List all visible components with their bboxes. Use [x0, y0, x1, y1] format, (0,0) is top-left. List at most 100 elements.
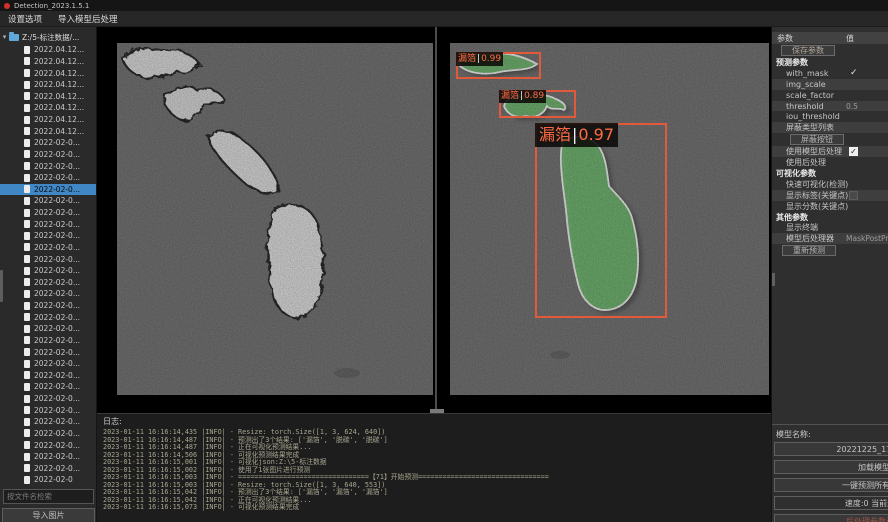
detection-label: 漏箔|0.97	[535, 123, 618, 147]
re-predict-button[interactable]: 重新预测	[782, 245, 836, 256]
param-mask-type-list[interactable]: 屏蔽类型列表	[772, 122, 888, 133]
file-icon	[24, 69, 30, 77]
param-show-labels[interactable]: 显示标签(关键点)	[772, 190, 888, 201]
menu-import-postprocess[interactable]: 导入模型后处理	[58, 13, 118, 25]
param-model-postprocessor[interactable]: 模型后处理器MaskPostPro	[772, 233, 888, 244]
file-list-item[interactable]: 2022-02-0...	[0, 370, 97, 382]
file-label: 2022-02-0...	[34, 359, 80, 368]
load-model-button[interactable]: 加载模型	[774, 460, 888, 474]
file-list-item[interactable]: 2022-02-0...	[0, 428, 97, 440]
param-threshold-value[interactable]: 0.5	[846, 102, 858, 111]
file-list-item[interactable]: 2022.04.12...	[0, 67, 97, 79]
file-list-item[interactable]: 2022.04.12...	[0, 114, 97, 126]
file-list-item[interactable]: 2022-02-0...	[0, 358, 97, 370]
panel-divider[interactable]	[435, 27, 437, 412]
file-list-item[interactable]: 2022-02-0...	[0, 393, 97, 405]
param-iou-threshold[interactable]: iou_threshold	[772, 111, 888, 122]
file-list-item[interactable]: 2022-02-0...	[0, 195, 97, 207]
param-show-terminal[interactable]: 显示终端	[772, 222, 888, 233]
param-fast-visualization[interactable]: 快速可视化(检测)	[772, 179, 888, 190]
log-panel[interactable]: 日志: 2023-01-11 16:16:14,435 |INFO| - Res…	[97, 413, 771, 522]
checkbox-checked-icon[interactable]: ✓	[849, 147, 858, 156]
param-use-postprocess[interactable]: 使用后处理	[772, 157, 888, 168]
param-column-header: 参数	[772, 33, 846, 44]
file-list-item[interactable]: 2022-02-0...	[0, 451, 97, 463]
file-list-item[interactable]: 2022-02-0...	[0, 323, 97, 335]
file-label: 2022-02-0...	[34, 150, 80, 159]
file-list-item[interactable]: 2022-02-0...	[0, 253, 97, 265]
file-list-item[interactable]: 2022-02-0...	[0, 149, 97, 161]
file-list-item[interactable]: 2022-02-0...	[0, 381, 97, 393]
file-icon	[24, 267, 30, 275]
file-label: 2022-02-0...	[34, 266, 80, 275]
checkbox-unchecked-icon[interactable]	[849, 191, 858, 200]
file-list-item[interactable]: 2022-02-0...	[0, 404, 97, 416]
import-images-button[interactable]: 导入图片	[2, 508, 95, 522]
progress-status-bar: 速度:0 当前进度	[774, 496, 888, 510]
postprocessor-value[interactable]: MaskPostPro	[846, 234, 888, 243]
postprocess-settings-button[interactable]: 后处理参数设置	[774, 514, 888, 522]
file-list-item[interactable]: 2022.04.12...	[0, 102, 97, 114]
file-list-item[interactable]: 2022-02-0...	[0, 207, 97, 219]
file-list-item[interactable]: 2022-02-0...	[0, 288, 97, 300]
file-list-item[interactable]: 2022.04.12...	[0, 91, 97, 103]
file-icon	[24, 453, 30, 461]
mask-button[interactable]: 屏蔽按钮	[790, 134, 844, 145]
checkmark-icon[interactable]: ✓	[850, 68, 858, 78]
tree-root-folder[interactable]: ▾ Z:/5-标注数据/...	[0, 31, 97, 43]
param-use-model-postprocess[interactable]: 使用模型后处理✓	[772, 146, 888, 157]
file-list-item[interactable]: 2022-02-0...	[0, 242, 97, 254]
param-img-scale[interactable]: img_scale	[772, 79, 888, 90]
tree-root-label: Z:/5-标注数据/...	[22, 32, 79, 43]
file-label: 2022.04.12...	[34, 80, 84, 89]
param-show-scores[interactable]: 显示分数(关键点)	[772, 201, 888, 212]
param-threshold[interactable]: threshold0.5	[772, 101, 888, 112]
predict-all-button[interactable]: 一键预测所有图片	[774, 478, 888, 492]
file-icon	[24, 116, 30, 124]
file-list-item[interactable]: 2022-02-0...	[0, 160, 97, 172]
param-scale-factor[interactable]: scale_factor	[772, 90, 888, 101]
file-list-item[interactable]: 2022-02-0...	[0, 277, 97, 289]
file-icon	[24, 278, 30, 286]
chevron-down-icon[interactable]: ▾	[0, 33, 9, 41]
file-icon	[24, 57, 30, 65]
original-image	[117, 43, 433, 395]
model-name-field[interactable]: 20221225_174813	[774, 442, 888, 456]
file-list-item[interactable]: 2022.04.12...	[0, 125, 97, 137]
detection-label: 漏箔|0.99	[456, 52, 503, 66]
file-list-item[interactable]: 2022-02-0...	[0, 218, 97, 230]
save-params-button[interactable]: 保存参数	[781, 45, 835, 56]
file-list-item[interactable]: 2022.04.12...	[0, 79, 97, 91]
file-list-item[interactable]: 2022-02-0...	[0, 311, 97, 323]
file-list-item[interactable]: 2022-02-0...	[0, 346, 97, 358]
file-label: 2022-02-0...	[34, 394, 80, 403]
file-list-item[interactable]: 2022-02-0...	[0, 172, 97, 184]
file-list-item[interactable]: 2022.04.12...	[0, 56, 97, 68]
file-list-item[interactable]: 2022-02-0...	[0, 335, 97, 347]
file-list-item[interactable]: 2022-02-0...	[0, 230, 97, 242]
file-label: 2022-02-0...	[34, 348, 80, 357]
file-label: 2022-02-0...	[34, 336, 80, 345]
file-list-item[interactable]: 2022-02-0...	[0, 184, 97, 196]
param-with-mask[interactable]: with_mask✓	[772, 68, 888, 79]
file-label: 2022.04.12...	[34, 115, 84, 124]
file-list-item[interactable]: 2022-02-0...	[0, 300, 97, 312]
file-list-item[interactable]: 2022-02-0...	[0, 265, 97, 277]
tree-scrollbar[interactable]	[0, 270, 3, 302]
params-scrollbar[interactable]	[772, 273, 775, 286]
file-list-item[interactable]: 2022.04.12...	[0, 44, 97, 56]
file-list-item[interactable]: 2022-02-0...	[0, 463, 97, 475]
original-image-panel[interactable]	[117, 43, 433, 395]
detection-label: 漏箔|0.89	[499, 90, 546, 103]
file-icon	[24, 302, 30, 310]
file-list-item[interactable]: 2022-02-0...	[0, 137, 97, 149]
file-list-item[interactable]: 2022-02-0...	[0, 439, 97, 451]
file-label: 2022.04.12...	[34, 45, 84, 54]
search-input[interactable]	[3, 489, 94, 504]
file-list-item[interactable]: 2022-02-0...	[0, 416, 97, 428]
file-label: 2022-02-0...	[34, 289, 80, 298]
file-icon	[24, 255, 30, 263]
menu-settings[interactable]: 设置选项	[8, 13, 42, 25]
prediction-image-panel[interactable]: 漏箔|0.99 漏箔|0.89 漏箔|0.97	[450, 43, 769, 395]
file-list-item[interactable]: 2022-02-0	[0, 474, 97, 486]
